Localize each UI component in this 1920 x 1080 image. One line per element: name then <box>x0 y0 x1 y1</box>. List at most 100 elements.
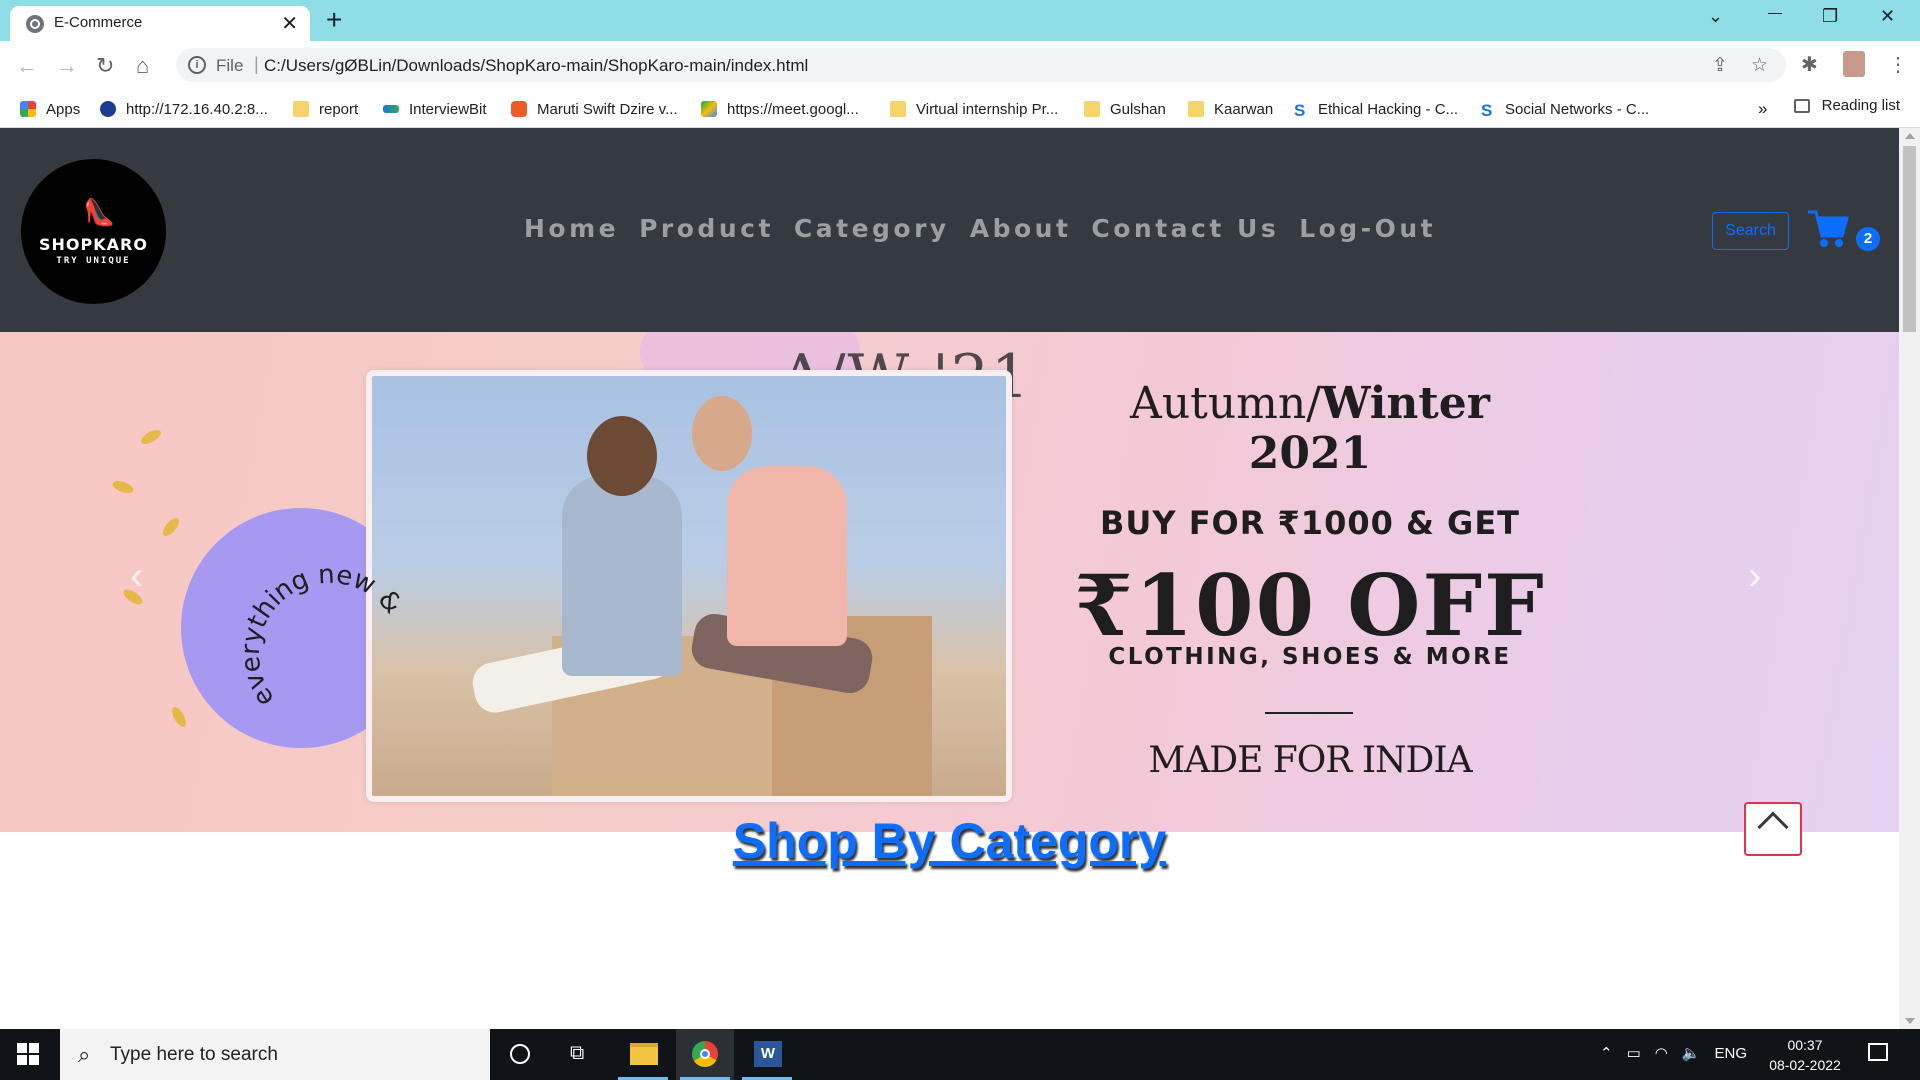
web-page: 👠 SHOPKARO TRY UNIQUE Home Product Categ… <box>0 128 1899 1029</box>
bookmark-label: Ethical Hacking - C... <box>1318 100 1459 118</box>
bookmark-meet[interactable]: https://meet.googl... <box>701 97 859 121</box>
notification-icon[interactable] <box>1868 1043 1888 1061</box>
banner-divider <box>1265 712 1353 714</box>
banner-made-for: MADE FOR INDIA <box>1148 740 1472 781</box>
meet-icon <box>701 101 717 117</box>
reading-list-button[interactable]: Reading list <box>1793 97 1900 114</box>
tab-close-icon[interactable]: ✕ <box>281 11 298 36</box>
bookmark-label: Social Networks - C... <box>1505 100 1650 118</box>
section-title: Shop By Category <box>732 813 1167 869</box>
bookmark-interviewbit[interactable]: InterviewBit <box>383 97 487 121</box>
carousel-next-icon[interactable]: › <box>1748 554 1761 599</box>
volume-icon[interactable]: 🔈 <box>1682 1044 1701 1062</box>
banner-winter: Winter <box>1321 378 1490 429</box>
cortana-icon[interactable] <box>510 1044 530 1064</box>
forward-arrow-icon[interactable]: → <box>56 53 78 79</box>
share-icon[interactable]: ⇪ <box>1712 54 1728 77</box>
extensions-icon[interactable]: ✱ <box>1801 52 1818 77</box>
globe-icon <box>26 15 44 33</box>
folder-icon <box>1188 101 1204 117</box>
profile-avatar[interactable] <box>1843 51 1865 77</box>
new-tab-button[interactable]: + <box>326 4 342 36</box>
shopkaro-logo[interactable]: 👠 SHOPKARO TRY UNIQUE <box>21 159 166 304</box>
menu-kebab-icon[interactable]: ⋮ <box>1888 52 1908 77</box>
wifi-icon[interactable]: ◠ <box>1655 1044 1668 1062</box>
banner-autumn: Autumn/ <box>1130 378 1322 429</box>
scrollbar-thumb[interactable] <box>1903 146 1916 332</box>
photo-figure <box>727 466 847 646</box>
battery-icon[interactable]: ▭ <box>1627 1044 1641 1062</box>
bookmark-label: InterviewBit <box>409 100 487 118</box>
home-icon[interactable]: ⌂ <box>136 53 149 79</box>
bookmark-label: Gulshan <box>1110 100 1166 118</box>
url-text[interactable]: C:/Users/gØBLin/Downloads/ShopKaro-main/… <box>264 56 808 76</box>
back-to-top-button[interactable] <box>1744 802 1802 856</box>
bookmark-report[interactable]: report <box>293 97 358 121</box>
chrome-app[interactable] <box>676 1029 734 1080</box>
back-arrow-icon[interactable]: ← <box>16 53 38 79</box>
circle-slogan: everything new & now <box>235 549 408 712</box>
models-photo <box>366 370 1012 802</box>
task-view-icon[interactable]: ⧉ <box>570 1042 584 1065</box>
bookmark-label: Apps <box>46 100 81 118</box>
tab-search-icon[interactable]: ⌄ <box>1708 6 1723 27</box>
file-explorer-app[interactable] <box>614 1029 672 1080</box>
address-bar[interactable]: i File | C:/Users/gØBLin/Downloads/ShopK… <box>176 48 1786 82</box>
scroll-down-arrow[interactable] <box>1905 1018 1915 1024</box>
banner-season: Autumn/Winter <box>1050 380 1570 428</box>
word-app[interactable]: W <box>738 1029 796 1080</box>
minimize-button[interactable]: — <box>1768 4 1782 20</box>
cart-count-badge: 2 <box>1856 227 1880 251</box>
restore-button[interactable]: ❐ <box>1822 6 1838 27</box>
leaf-icon <box>169 704 189 730</box>
windows-start-icon[interactable] <box>17 1043 39 1065</box>
taskbar-search-box[interactable]: ⌕ Type here to search <box>60 1029 490 1080</box>
bookmark-maruti[interactable]: Maruti Swift Dzire v... <box>511 97 678 121</box>
chevron-up-icon[interactable]: ⌃ <box>1600 1044 1613 1062</box>
clock-time: 00:37 <box>1787 1037 1823 1053</box>
bookmark-jio[interactable]: http://172.16.40.2:8... <box>100 97 268 121</box>
bookmark-virtual-internship[interactable]: Virtual internship Pr... <box>890 97 1058 121</box>
language-indicator[interactable]: ENG <box>1715 1045 1748 1062</box>
shopping-cart-icon[interactable] <box>1806 206 1850 250</box>
bookmark-apps[interactable]: Apps <box>20 97 80 121</box>
bookmark-kaarwan[interactable]: Kaarwan <box>1188 97 1273 121</box>
folder-icon <box>1084 101 1100 117</box>
scroll-up-arrow[interactable] <box>1905 133 1915 139</box>
reading-list-icon <box>1793 98 1810 113</box>
nav-log-out[interactable]: Log-Out <box>1299 214 1436 243</box>
system-clock[interactable]: 00:37 08-02-2022 <box>1765 1035 1845 1075</box>
bookmark-label: report <box>319 100 359 118</box>
bookmark-star-icon[interactable]: ☆ <box>1751 54 1768 77</box>
browser-toolbar: ← → ↻ ⌂ i File | C:/Users/gØBLin/Downloa… <box>0 41 1920 90</box>
interviewbit-icon <box>383 105 399 113</box>
circle-slogan-text: everything new & now <box>235 549 408 712</box>
browser-tab[interactable]: E-Commerce ✕ <box>10 6 310 41</box>
nav-product[interactable]: Product <box>639 214 774 243</box>
bookmark-gulshan[interactable]: Gulshan <box>1084 97 1166 121</box>
leaf-icon <box>138 427 164 447</box>
bookmark-ethical-hacking[interactable]: S Ethical Hacking - C... <box>1294 97 1458 121</box>
bookmark-label: Kaarwan <box>1214 100 1274 118</box>
folder-icon <box>630 1043 658 1065</box>
search-button[interactable]: Search <box>1712 212 1789 250</box>
bookmark-social-networks[interactable]: S Social Networks - C... <box>1481 97 1649 121</box>
site-info-icon[interactable]: i <box>188 56 206 74</box>
logo-tagline: TRY UNIQUE <box>56 256 131 266</box>
close-window-button[interactable]: ✕ <box>1880 6 1895 27</box>
bookmark-label: Virtual internship Pr... <box>916 100 1059 118</box>
page-scrollbar[interactable] <box>1899 128 1920 1029</box>
url-divider: | <box>254 54 259 74</box>
carousel-prev-icon[interactable]: ‹ <box>130 554 143 599</box>
reading-list-label: Reading list <box>1821 97 1900 114</box>
bookmarks-overflow-button[interactable]: » <box>1758 97 1767 121</box>
jio-icon <box>100 101 116 117</box>
nav-home[interactable]: Home <box>524 214 619 243</box>
s-icon: S <box>1294 101 1306 120</box>
site-icon <box>511 101 527 117</box>
reload-icon[interactable]: ↻ <box>96 53 114 79</box>
nav-about[interactable]: About <box>970 214 1072 243</box>
hero-carousel[interactable]: A/W '21 everything new & now Autumn/Wint… <box>0 332 1899 832</box>
nav-category[interactable]: Category <box>794 214 950 243</box>
nav-contact-us[interactable]: Contact Us <box>1091 214 1279 243</box>
